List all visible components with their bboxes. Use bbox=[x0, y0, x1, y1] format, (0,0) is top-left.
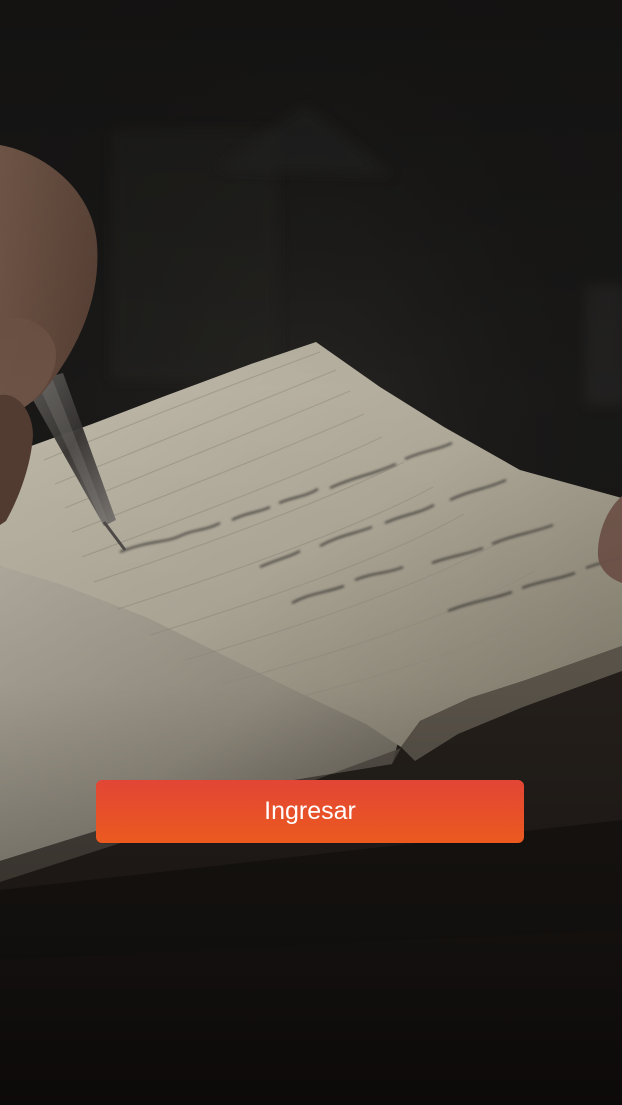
login-button[interactable]: Ingresar bbox=[96, 780, 524, 843]
background-photo bbox=[0, 0, 622, 1105]
login-screen: Ingresar bbox=[0, 0, 622, 1105]
